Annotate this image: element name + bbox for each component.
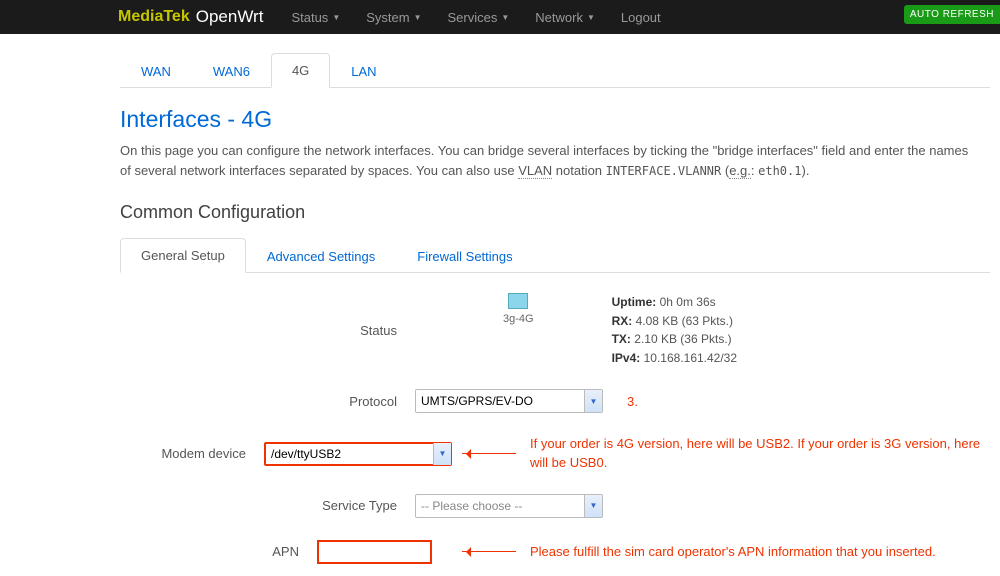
config-subtabs: General Setup Advanced Settings Firewall… xyxy=(120,237,990,273)
page-title: Interfaces - 4G xyxy=(120,106,990,133)
label-status: Status xyxy=(120,323,415,338)
nav-status[interactable]: Status▼ xyxy=(291,10,340,25)
auto-refresh-badge[interactable]: AUTO REFRESH xyxy=(904,5,1000,24)
nav-system[interactable]: System▼ xyxy=(366,10,421,25)
interface-stats: Uptime: 0h 0m 36s RX: 4.08 KB (63 Pkts.)… xyxy=(612,293,737,367)
interface-tabs: WAN WAN6 4G LAN xyxy=(120,52,990,88)
chevron-down-icon: ▼ xyxy=(414,13,422,22)
top-navbar: MediaTek OpenWrt Status▼ System▼ Service… xyxy=(0,0,1000,34)
chevron-down-icon: ▼ xyxy=(587,13,595,22)
subtab-advanced[interactable]: Advanced Settings xyxy=(246,239,396,273)
tab-wan6[interactable]: WAN6 xyxy=(192,54,271,88)
page-content: WAN WAN6 4G LAN Interfaces - 4G On this … xyxy=(0,34,990,564)
row-apn: APN Please fulfill the sim card operator… xyxy=(120,540,990,564)
nav-services[interactable]: Services▼ xyxy=(448,10,510,25)
row-service: Service Type -- Please choose -- ▼ xyxy=(120,494,990,518)
abbr-eg: e.g. xyxy=(729,163,751,179)
brand-mediatek: MediaTek xyxy=(118,8,190,26)
arrow-left-icon xyxy=(462,453,516,454)
apn-input[interactable] xyxy=(319,542,430,562)
label-modem: Modem device xyxy=(120,446,264,461)
annotation-step: 3. xyxy=(627,394,638,409)
row-protocol: Protocol UMTS/GPRS/EV-DO ▼ 3. xyxy=(120,389,990,413)
modem-select[interactable]: /dev/ttyUSB2 xyxy=(264,442,452,466)
subtab-general[interactable]: General Setup xyxy=(120,238,246,273)
tab-4g[interactable]: 4G xyxy=(271,53,330,88)
protocol-select[interactable]: UMTS/GPRS/EV-DO xyxy=(415,389,603,413)
nav-logout[interactable]: Logout xyxy=(621,10,661,25)
annotation-modem: If your order is 4G version, here will b… xyxy=(530,435,990,471)
chevron-down-icon: ▼ xyxy=(501,13,509,22)
section-heading: Common Configuration xyxy=(120,202,990,223)
label-protocol: Protocol xyxy=(120,394,415,409)
label-apn: APN xyxy=(120,544,317,559)
abbr-vlan: VLAN xyxy=(518,163,552,179)
page-description: On this page you can configure the netwo… xyxy=(120,141,980,180)
network-device-icon xyxy=(508,293,528,309)
subtab-firewall[interactable]: Firewall Settings xyxy=(396,239,533,273)
row-status: Status 3g-4G Uptime: 0h 0m 36s RX: 4.08 … xyxy=(120,293,990,367)
service-select[interactable]: -- Please choose -- xyxy=(415,494,603,518)
tab-lan[interactable]: LAN xyxy=(330,54,397,88)
chevron-down-icon: ▼ xyxy=(332,13,340,22)
row-modem: Modem device /dev/ttyUSB2 ▼ If your orde… xyxy=(120,435,990,471)
tab-wan[interactable]: WAN xyxy=(120,54,192,88)
arrow-left-icon xyxy=(462,551,516,552)
nav-network[interactable]: Network▼ xyxy=(535,10,595,25)
annotation-apn: Please fulfill the sim card operator's A… xyxy=(530,543,990,561)
brand-openwrt: OpenWrt xyxy=(196,7,264,27)
label-service: Service Type xyxy=(120,498,415,513)
interface-icon: 3g-4G xyxy=(503,293,534,325)
apn-highlight xyxy=(317,540,432,564)
